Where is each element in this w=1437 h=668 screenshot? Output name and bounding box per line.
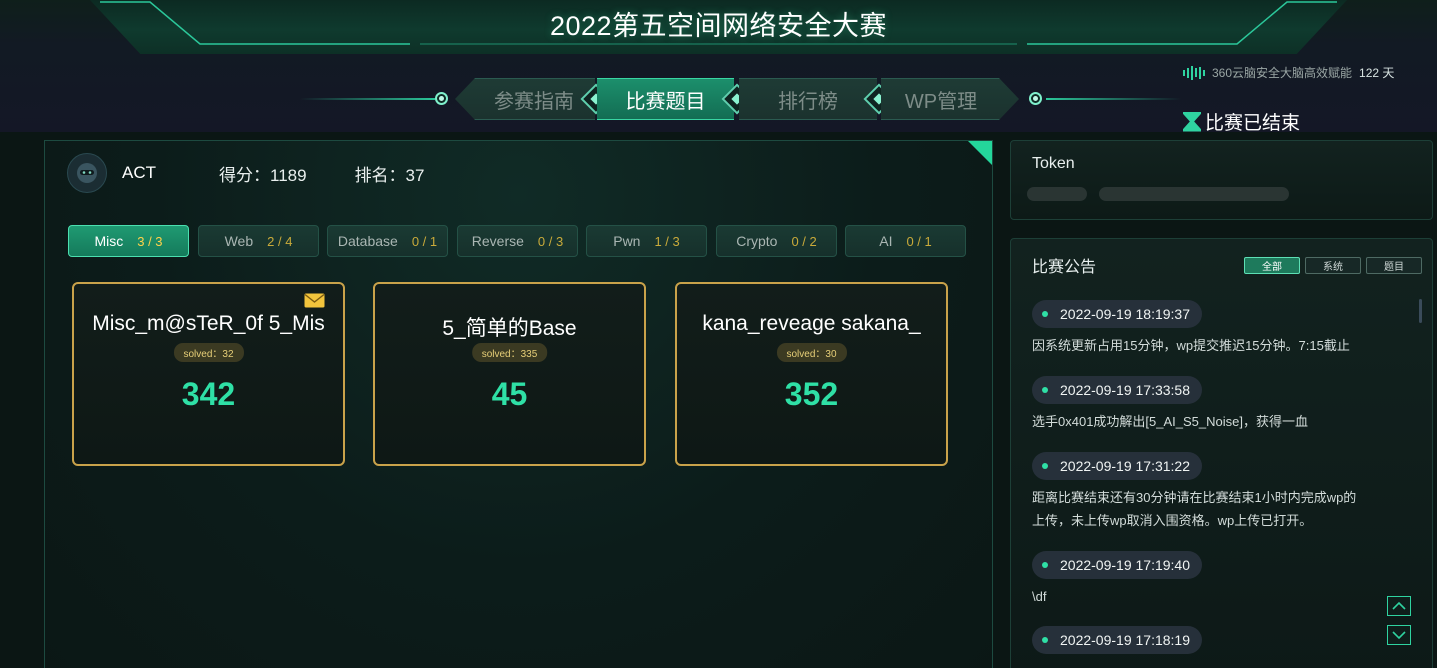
category-count: 0 / 2 — [791, 233, 817, 249]
tab-web[interactable]: Web 2 / 4 — [198, 225, 319, 257]
notice-timestamp: 2022-09-19 17:18:19 — [1032, 626, 1202, 654]
mail-icon[interactable] — [304, 293, 325, 308]
challenge-card[interactable]: Misc_m@sTeR_0f 5_Mis solved：32 342 — [72, 282, 345, 466]
notice-timestamp: 2022-09-19 17:33:58 — [1032, 376, 1202, 404]
tab-crypto[interactable]: Crypto 0 / 2 — [716, 225, 837, 257]
nav-line-left — [300, 98, 435, 100]
team-info: ACT 得分：1189 排名：37 — [67, 153, 472, 193]
category-count: 0 / 3 — [537, 233, 564, 249]
notice-line: 因系统更新占用15分钟，wp提交推迟15分钟。7:15截止 — [1032, 338, 1350, 353]
category-name: AI — [879, 233, 893, 249]
notice-body: 距离比赛结束还有30分钟请在比赛结束1小时内完成wp的 上传，未上传wp取消入围… — [1032, 486, 1392, 532]
team-score: 得分：1189 — [219, 165, 307, 185]
tab-challenges[interactable]: 比赛题目 — [597, 78, 734, 120]
ctf-dashboard: 2022第五空间网络安全大赛 参赛指南 比赛题目 排行榜 WP管理 360云脑安… — [0, 0, 1437, 668]
challenge-score: 352 — [784, 376, 839, 412]
challenge-card[interactable]: kana_reveage sakana_ solved：30 352 — [675, 282, 948, 466]
challenge-title: Misc_m@sTeR_0f 5_Mis — [92, 312, 325, 335]
category-count: 3 / 3 — [137, 233, 163, 249]
challenge-title: 5_简单的Base — [442, 317, 577, 340]
notice-line: \df — [1032, 589, 1047, 604]
category-name: Web — [224, 233, 254, 249]
challenge-card[interactable]: 5_简单的Base solved：335 45 — [373, 282, 646, 466]
notice-panel: 比赛公告 全部 系统 题目 2022-09-19 18:19:37 因系统更新占… — [1010, 238, 1433, 668]
tab-reverse[interactable]: Reverse 0 / 3 — [457, 225, 578, 257]
notice-timestamp: 2022-09-19 17:19:40 — [1032, 551, 1202, 579]
hourglass-icon — [1183, 111, 1201, 132]
filter-all-button[interactable]: 全部 — [1244, 257, 1300, 274]
side-info-text: 360云脑安全大脑高效赋能 — [1212, 66, 1353, 80]
category-count: 1 / 3 — [654, 233, 680, 249]
challenge-panel: ACT 得分：1189 排名：37 Misc 3 / 3 Web 2 / 4 D… — [44, 140, 993, 668]
filter-challenge-button[interactable]: 题目 — [1366, 257, 1422, 274]
tab-label: 参赛指南 — [494, 90, 574, 113]
tab-database[interactable]: Database 0 / 1 — [327, 225, 448, 257]
category-name: Pwn — [613, 233, 641, 249]
page-title: 2022第五空间网络安全大赛 — [549, 11, 888, 41]
category-name: Reverse — [471, 233, 524, 249]
tab-label: 比赛题目 — [625, 90, 706, 113]
side-info: 360云脑安全大脑高效赋能 122 天 — [1183, 64, 1394, 81]
category-name: Misc — [94, 233, 124, 249]
tab-pwn[interactable]: Pwn 1 / 3 — [586, 225, 707, 257]
chevron-down-icon — [1392, 631, 1406, 640]
notice-body: \df — [1032, 585, 1392, 608]
solved-badge: solved：32 — [173, 343, 244, 362]
category-count: 0 / 1 — [906, 233, 932, 249]
signal-bars-icon — [1183, 65, 1205, 80]
avatar[interactable] — [67, 153, 107, 193]
nav-line-right — [1046, 98, 1181, 100]
notice-line: 距离比赛结束还有30分钟请在比赛结束1小时内完成wp的 — [1032, 490, 1357, 505]
tab-label: WP管理 — [904, 90, 978, 113]
category-count: 2 / 4 — [267, 233, 293, 249]
category-name: Database — [337, 233, 398, 249]
notice-line: 选手0x401成功解出[5_AI_S5_Noise]，获得一血 — [1032, 414, 1308, 429]
category-count: 0 / 1 — [411, 233, 438, 249]
contest-status-text: 比赛已结束 — [1205, 113, 1301, 134]
tab-wp-management[interactable]: WP管理 — [881, 78, 1019, 120]
days-count: 122 天 — [1359, 66, 1395, 80]
notice-line: 上传，未上传wp取消入围资格。wp上传已打开。 — [1032, 513, 1313, 528]
corner-accent — [968, 141, 992, 165]
notice-body: 因系统更新占用15分钟，wp提交推迟15分钟。7:15截止 — [1032, 334, 1392, 357]
tab-label: 排行榜 — [778, 90, 838, 113]
solved-badge: solved：335 — [471, 343, 548, 362]
contest-status: 比赛已结束 — [1183, 108, 1300, 135]
filter-system-button[interactable]: 系统 — [1305, 257, 1361, 274]
tab-ai[interactable]: AI 0 / 1 — [845, 225, 966, 257]
notice-timestamp: 2022-09-19 18:19:37 — [1032, 300, 1202, 328]
token-value-masked[interactable] — [1027, 187, 1087, 201]
nav-end-dot — [435, 92, 448, 105]
category-name: Crypto — [736, 233, 778, 249]
tab-misc[interactable]: Misc 3 / 3 — [68, 225, 189, 257]
challenge-title: kana_reveage sakana_ — [702, 312, 921, 335]
tab-leaderboard[interactable]: 排行榜 — [739, 78, 877, 120]
notice-timestamp: 2022-09-19 17:31:22 — [1032, 452, 1202, 480]
scroll-up-button[interactable] — [1387, 596, 1411, 616]
scroll-down-button[interactable] — [1387, 625, 1411, 645]
token-label: Token — [1032, 155, 1075, 172]
token-panel: Token — [1010, 140, 1433, 220]
solved-badge: solved：30 — [776, 343, 847, 362]
team-rank: 排名：37 — [354, 165, 425, 185]
challenge-score: 45 — [491, 376, 528, 412]
notice-title: 比赛公告 — [1032, 259, 1097, 276]
chevron-up-icon — [1392, 601, 1406, 610]
nav-end-dot — [1029, 92, 1042, 105]
team-avatar-icon — [77, 163, 97, 183]
team-name: ACT — [122, 163, 156, 182]
tab-guide[interactable]: 参赛指南 — [455, 78, 595, 120]
challenge-score: 342 — [181, 376, 236, 412]
scrollbar[interactable] — [1419, 299, 1422, 323]
token-value-masked[interactable] — [1099, 187, 1289, 201]
notice-body: 选手0x401成功解出[5_AI_S5_Noise]，获得一血 — [1032, 410, 1392, 433]
